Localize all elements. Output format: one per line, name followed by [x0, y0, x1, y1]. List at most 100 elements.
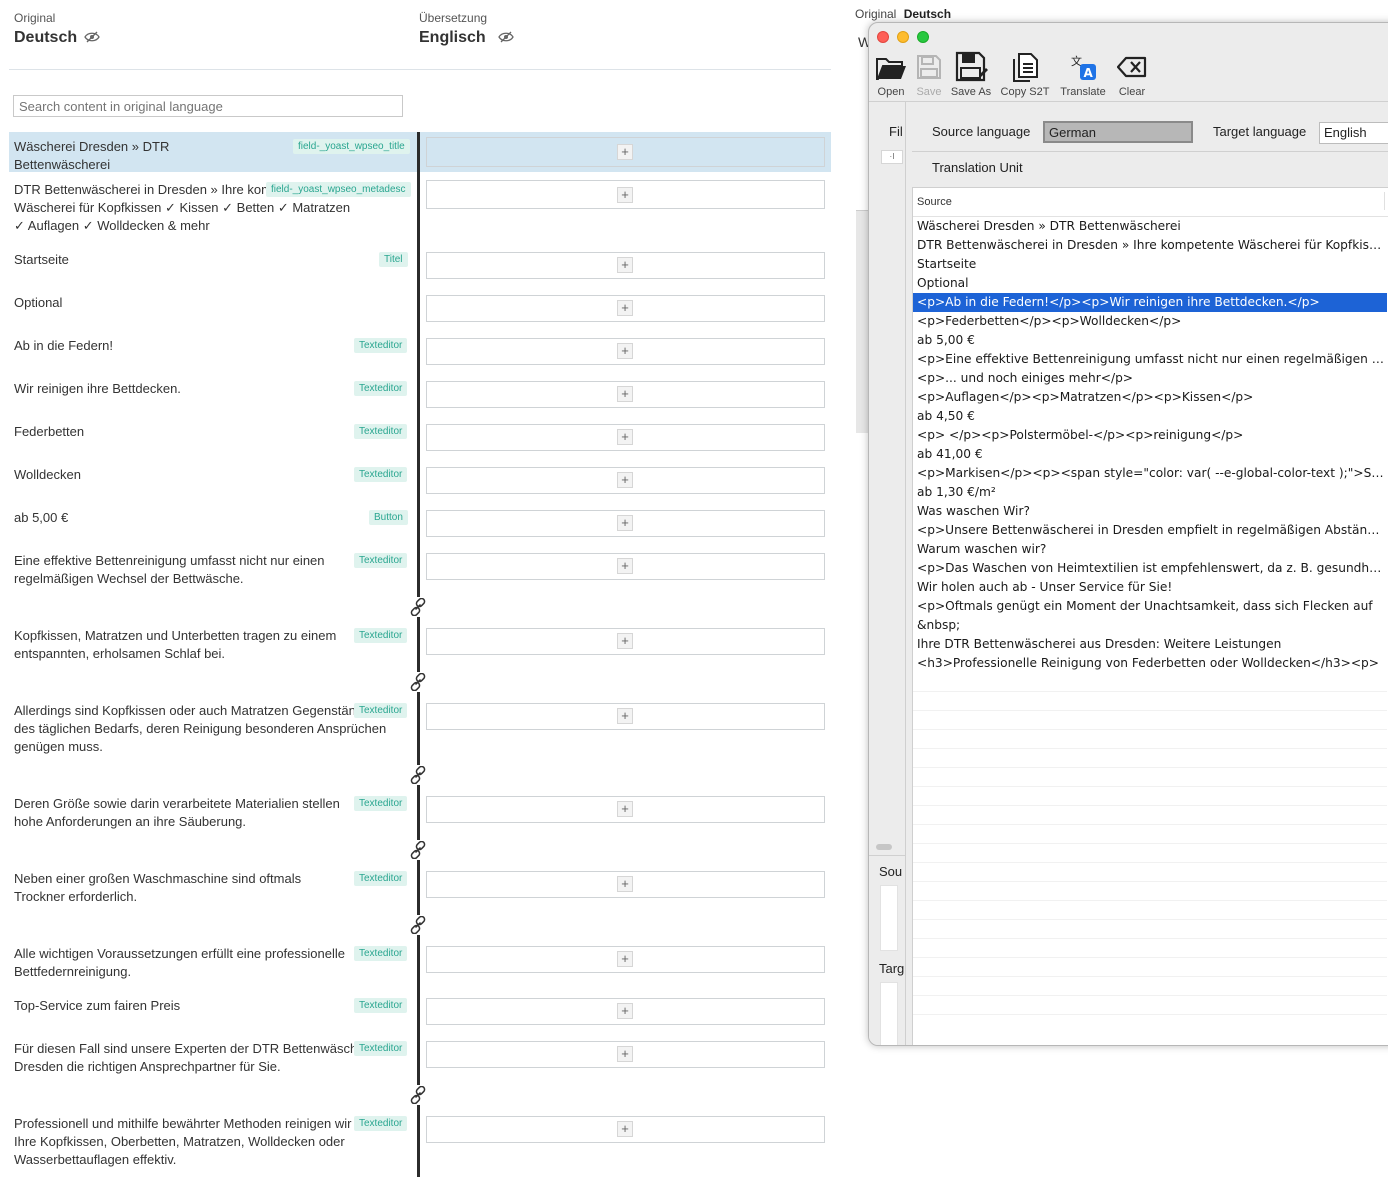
empty-table-row: [913, 996, 1387, 1015]
segment-field-tag: field-_yoast_wpseo_metadesc: [266, 182, 411, 197]
add-translation-button[interactable]: +: [617, 1003, 633, 1019]
translation-unit-row[interactable]: Was waschen Wir?: [913, 502, 1387, 521]
sidebar-file-label: Fil: [889, 124, 903, 139]
segment-source-text: Federbetten: [14, 424, 85, 439]
translation-unit-row[interactable]: Wäscherei Dresden » DTR Bettenwäscherei: [913, 217, 1387, 236]
copy-s2t-button[interactable]: Copy S2T: [997, 51, 1053, 101]
empty-table-row: [913, 939, 1387, 958]
segment-source-text: ab 5,00 €: [14, 510, 69, 525]
translation-unit-row[interactable]: Ihre DTR Bettenwäscherei aus Dresden: We…: [913, 635, 1387, 654]
link-icon[interactable]: [409, 1086, 427, 1104]
background-original-lang: Deutsch: [903, 7, 952, 21]
target-language-field[interactable]: English: [1319, 122, 1388, 144]
minimize-window-button[interactable]: [897, 31, 909, 43]
segment-source-text: Wolldecken: [14, 467, 81, 482]
translation-unit-row[interactable]: &nbsp;: [913, 616, 1387, 635]
link-icon[interactable]: [409, 766, 427, 784]
sidebar-source-field[interactable]: [880, 885, 898, 951]
add-translation-button[interactable]: +: [617, 558, 633, 574]
segment-field-tag: Texteditor: [354, 1116, 408, 1131]
translation-unit-row[interactable]: <p>Ab in die Federn!</p><p>Wir reinigen …: [913, 293, 1387, 312]
sidebar-file-tab[interactable]: ·I: [881, 150, 903, 164]
eye-slash-icon[interactable]: [84, 31, 100, 43]
translation-unit-row[interactable]: <p>Oftmals genügt ein Moment der Unachts…: [913, 597, 1387, 616]
translation-unit-row[interactable]: <p>Unsere Bettenwäscherei in Dresden emp…: [913, 521, 1387, 540]
empty-table-row: [913, 901, 1387, 920]
sidebar-target-label: Targ: [879, 961, 905, 976]
translate-button[interactable]: 文 A Translate: [1055, 51, 1111, 101]
segment-field-tag: Texteditor: [354, 338, 408, 353]
translation-language: Englisch: [419, 29, 486, 46]
segment-source-text: Wir reinigen ihre Bettdecken.: [14, 381, 181, 396]
translation-unit-row[interactable]: Wir holen auch ab - Unser Service für Si…: [913, 578, 1387, 597]
translation-unit-row[interactable]: ab 4,50 €: [913, 407, 1387, 426]
add-translation-button[interactable]: +: [617, 257, 633, 273]
save-button[interactable]: Save: [911, 51, 947, 101]
eye-slash-icon[interactable]: [498, 31, 514, 43]
add-translation-button[interactable]: +: [617, 343, 633, 359]
clear-button[interactable]: Clear: [1113, 51, 1151, 101]
segment-divider: [417, 617, 420, 672]
delete-backward-icon: [1117, 56, 1147, 78]
link-icon[interactable]: [409, 916, 427, 934]
target-language-label: Target language: [1213, 124, 1307, 139]
translation-unit-row[interactable]: <p> </p><p>Polstermöbel-</p><p>reinigung…: [913, 426, 1387, 445]
zoom-window-button[interactable]: [917, 31, 929, 43]
translation-unit-row[interactable]: <p>... und noch einiges mehr</p>: [913, 369, 1387, 388]
link-icon[interactable]: [409, 673, 427, 691]
empty-table-row: [913, 863, 1387, 882]
table-rows: Wäscherei Dresden » DTR Bettenwäscherei D…: [913, 217, 1387, 1015]
save-as-button[interactable]: Save As: [949, 51, 993, 101]
add-translation-button[interactable]: +: [617, 386, 633, 402]
empty-table-row: [913, 958, 1387, 977]
translation-unit-row[interactable]: <p>Das Waschen von Heimtextilien ist emp…: [913, 559, 1387, 578]
segment-source-text: Top-Service zum fairen Preis: [14, 998, 181, 1013]
add-translation-button[interactable]: +: [617, 1046, 633, 1062]
segment-source-text: Startseite: [14, 252, 69, 267]
add-translation-button[interactable]: +: [617, 1121, 633, 1137]
close-window-button[interactable]: [877, 31, 889, 43]
save-label: Save: [916, 86, 942, 98]
translation-unit-row[interactable]: <p>Auflagen</p><p>Matratzen</p><p>Kissen…: [913, 388, 1387, 407]
source-column-header[interactable]: Source: [917, 196, 952, 208]
add-translation-button[interactable]: +: [617, 429, 633, 445]
segment-field-tag: Texteditor: [354, 998, 408, 1013]
translation-unit-row[interactable]: Warum waschen wir?: [913, 540, 1387, 559]
add-translation-button[interactable]: +: [617, 472, 633, 488]
translation-unit-row[interactable]: ab 5,00 €: [913, 331, 1387, 350]
open-button[interactable]: Open: [873, 51, 909, 101]
add-translation-button[interactable]: +: [617, 708, 633, 724]
add-translation-button[interactable]: +: [617, 801, 633, 817]
translation-unit-row[interactable]: ab 1,30 €/m²: [913, 483, 1387, 502]
segment-field-tag: Titel: [379, 252, 408, 267]
segment-source-text: Kopfkissen, Matratzen und Unterbetten tr…: [14, 628, 337, 661]
source-language-field[interactable]: German: [1043, 121, 1193, 143]
translation-unit-row[interactable]: Optional: [913, 274, 1387, 293]
toolbar-divider: [869, 101, 1388, 102]
add-translation-button[interactable]: +: [617, 187, 633, 203]
background-original-label: Original: [855, 7, 897, 21]
translation-unit-row[interactable]: Startseite: [913, 255, 1387, 274]
segment-source-text: Deren Größe sowie darin verarbeitete Mat…: [14, 796, 340, 829]
translation-unit-label: Translation Unit: [932, 160, 1023, 175]
add-translation-button[interactable]: +: [617, 144, 633, 160]
sidebar-scrollbar[interactable]: [876, 844, 892, 850]
add-translation-button[interactable]: +: [617, 876, 633, 892]
translation-unit-row[interactable]: <h3>Professionelle Reinigung von Federbe…: [913, 654, 1387, 673]
translation-unit-row[interactable]: <p>Federbetten</p><p>Wolldecken</p>: [913, 312, 1387, 331]
add-translation-button[interactable]: +: [617, 633, 633, 649]
search-input[interactable]: [13, 95, 403, 117]
translation-unit-row[interactable]: ab 41,00 €: [913, 445, 1387, 464]
sidebar-target-field[interactable]: [880, 982, 898, 1045]
add-translation-button[interactable]: +: [617, 951, 633, 967]
open-label: Open: [877, 86, 905, 98]
translation-unit-row[interactable]: DTR Bettenwäscherei in Dresden » Ihre ko…: [913, 236, 1387, 255]
link-icon[interactable]: [409, 841, 427, 859]
link-icon[interactable]: [409, 598, 427, 616]
translation-unit-row[interactable]: <p>Markisen</p><p><span style="color: va…: [913, 464, 1387, 483]
segment-source-text: Ab in die Federn!: [14, 338, 114, 353]
add-translation-button[interactable]: +: [617, 515, 633, 531]
add-translation-button[interactable]: +: [617, 300, 633, 316]
segment-field-tag: field-_yoast_wpseo_title: [293, 139, 410, 154]
translation-unit-row[interactable]: <p>Eine effektive Bettenreinigung umfass…: [913, 350, 1387, 369]
